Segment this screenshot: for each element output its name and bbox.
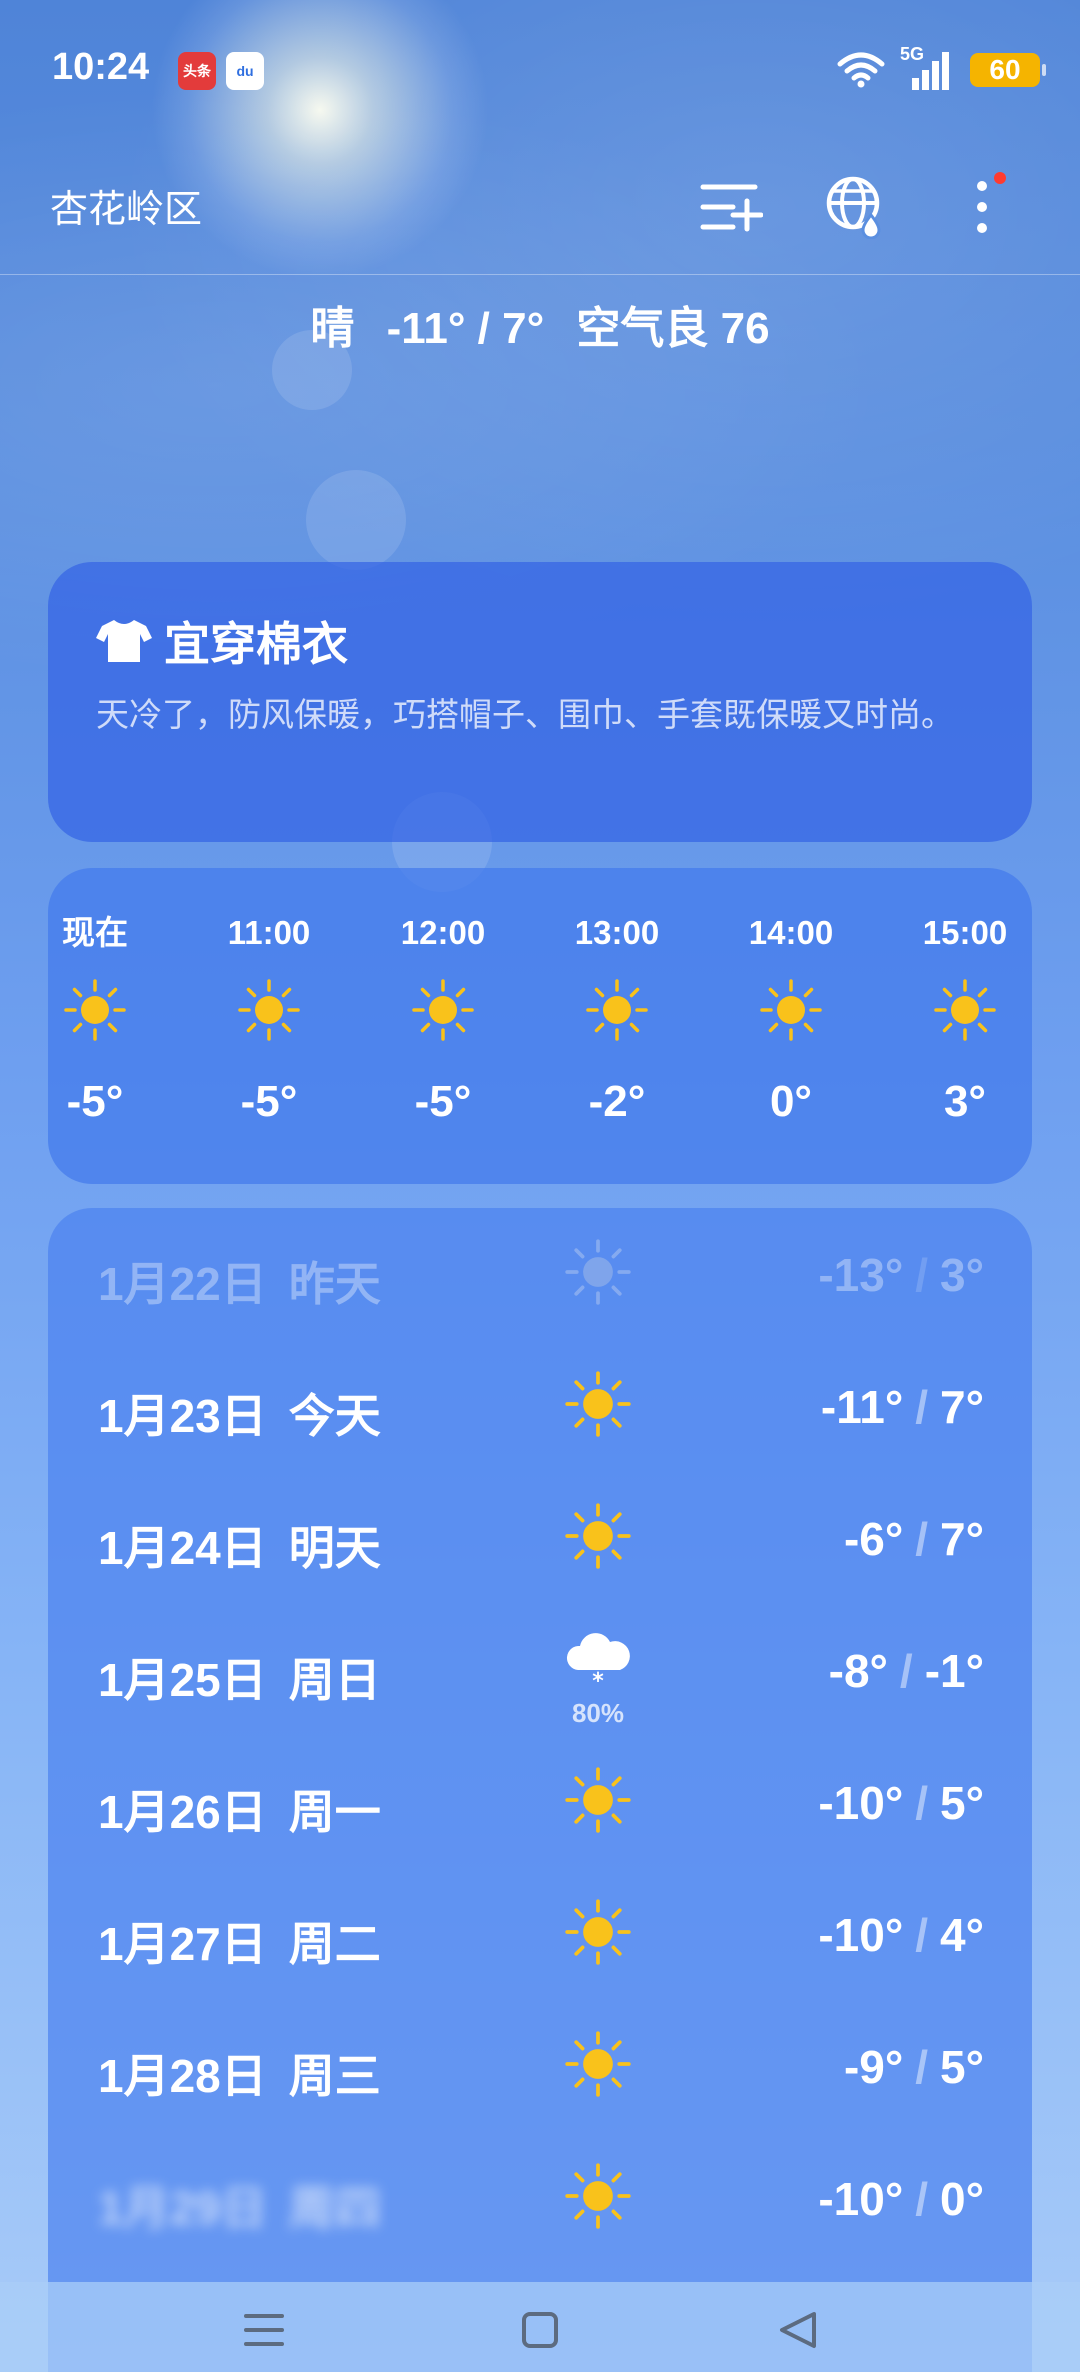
location-name[interactable]: 杏花岭区 [50,178,202,233]
hour-temp: -2° [588,1077,646,1126]
hourly-item: 11:00 -5° [182,908,356,1127]
day-temp-range: -6°/7° [843,1513,984,1565]
daily-row[interactable]: 1月22日 昨天 -13°/3° [48,1208,1032,1340]
weather-condition: 晴 [310,304,355,353]
svg-text:*: * [592,1669,604,1694]
hourly-forecast-card[interactable]: 现在 -5° 11:00 -5° 12:00 -5° 13:00 -2° 14:… [48,868,1032,1184]
sun-icon [565,1899,631,1965]
hour-time: 15:00 [922,914,1008,951]
daily-row[interactable]: 1月26日 周一 -10°/5° [48,1736,1032,1868]
day-temp-range: -8° / -1° [828,1645,984,1697]
hour-time: 14:00 [748,914,834,951]
day-date: 1月28日 周三 [98,2050,381,2102]
hourly-item: 现在 -5° [48,908,182,1127]
hour-time: 13:00 [574,914,660,951]
globe-drop-icon[interactable] [822,172,892,242]
hourly-item: 15:00 3° [878,908,1032,1127]
system-navigation-bar [0,2282,1080,2372]
hour-temp: -5° [66,1077,124,1126]
daily-row[interactable]: 1月29日 周四 -10°/0° [48,2132,1032,2264]
day-temp-range: -13°/3° [818,1249,984,1301]
daily-row[interactable]: 1月24日 明天 -6°/7° [48,1472,1032,1604]
day-date: 1月24日 明天 [98,1522,381,1574]
hour-time: 现在 [62,914,128,951]
back-triangle-icon[interactable] [768,2300,828,2360]
hourly-item: 12:00 -5° [356,908,530,1127]
wifi-icon [837,52,885,88]
menu-icon[interactable] [234,2300,294,2360]
sun-icon [565,1767,631,1833]
sun-icon [64,979,126,1041]
status-time: 10:24 [52,46,150,88]
advice-title: 宜穿棉衣 [164,618,348,670]
air-quality[interactable]: 空气良 76 [576,304,769,353]
day-temp-range: -10°/0° [818,2173,984,2225]
sun-icon [586,979,648,1041]
daily-row[interactable]: 1月27日 周二 -10°/4° [48,1868,1032,2000]
home-square-icon[interactable] [510,2300,570,2360]
hourly-item: 14:00 0° [704,908,878,1127]
cellular-signal-icon: 5G [900,44,956,92]
sun-icon [565,2163,631,2229]
more-vertical-icon[interactable] [948,172,1018,242]
day-date: 1月26日 周一 [98,1786,381,1838]
battery-indicator: 60 [970,53,1046,87]
lens-flare [306,470,406,570]
hour-temp: 3° [943,1077,987,1126]
day-date: 1月25日 周日 [98,1654,381,1706]
clothing-advice-card[interactable]: 宜穿棉衣 天冷了，防风保暖，巧搭帽子、围巾、手套既保暖又时尚。 [48,562,1032,842]
daily-row[interactable]: 1月28日 周三 -9°/5° [48,2000,1032,2132]
daily-forecast-card[interactable]: 1月22日 昨天 -13°/3° 1月23日 今天 -11°/7° 1月24日 明天 … [48,1208,1032,2372]
hour-temp: -5° [240,1077,298,1126]
day-date: 1月22日 昨天 [98,1258,381,1310]
toutiao-notification-icon: 头条 [178,52,216,90]
sun-icon [565,1503,631,1569]
app-header: 杏花岭区 [0,140,1080,275]
sun-icon [565,1239,631,1305]
sun-icon [760,979,822,1041]
daily-row[interactable]: 1月25日 周日 * 80% -8° / -1° [48,1604,1032,1736]
sun-icon [238,979,300,1041]
snow-cloud-icon: * [566,1633,630,1694]
advice-text: 天冷了，防风保暖，巧搭帽子、围巾、手套既保暖又时尚。 [96,696,954,733]
day-temp-range: -11°/7° [820,1381,984,1433]
temperature-range: -11° / 7° [386,304,545,353]
hourly-item: 13:00 -2° [530,908,704,1127]
sun-icon [565,1371,631,1437]
day-temp-range: -10°/5° [818,1777,984,1829]
city-list-add-icon[interactable] [696,172,766,242]
status-indicators: 5G 60 [836,44,1046,92]
today-summary: 晴 -11° / 7° 空气良 76 [0,292,1080,356]
baidu-notification-icon: du [226,52,264,90]
day-date: 1月23日 今天 [98,1390,381,1442]
sun-icon [412,979,474,1041]
shirt-icon [96,620,152,662]
precipitation-chance: 80% [571,1698,625,1728]
sun-icon [565,2031,631,2097]
hour-temp: -5° [414,1077,472,1126]
status-bar: 10:24 头条 du 5G 60 [0,0,1080,140]
day-temp-range: -10°/4° [818,1909,984,1961]
day-date: 1月27日 周二 [98,1918,381,1970]
sun-icon [934,979,996,1041]
hour-temp: 0° [769,1077,813,1126]
advice-title-row: 宜穿棉衣 [96,608,348,674]
day-date: 1月29日 周四 [98,2182,381,2234]
hour-time: 11:00 [227,914,311,951]
daily-row[interactable]: 1月23日 今天 -11°/7° [48,1340,1032,1472]
hour-time: 12:00 [400,914,486,951]
day-temp-range: -9°/5° [843,2041,984,2093]
